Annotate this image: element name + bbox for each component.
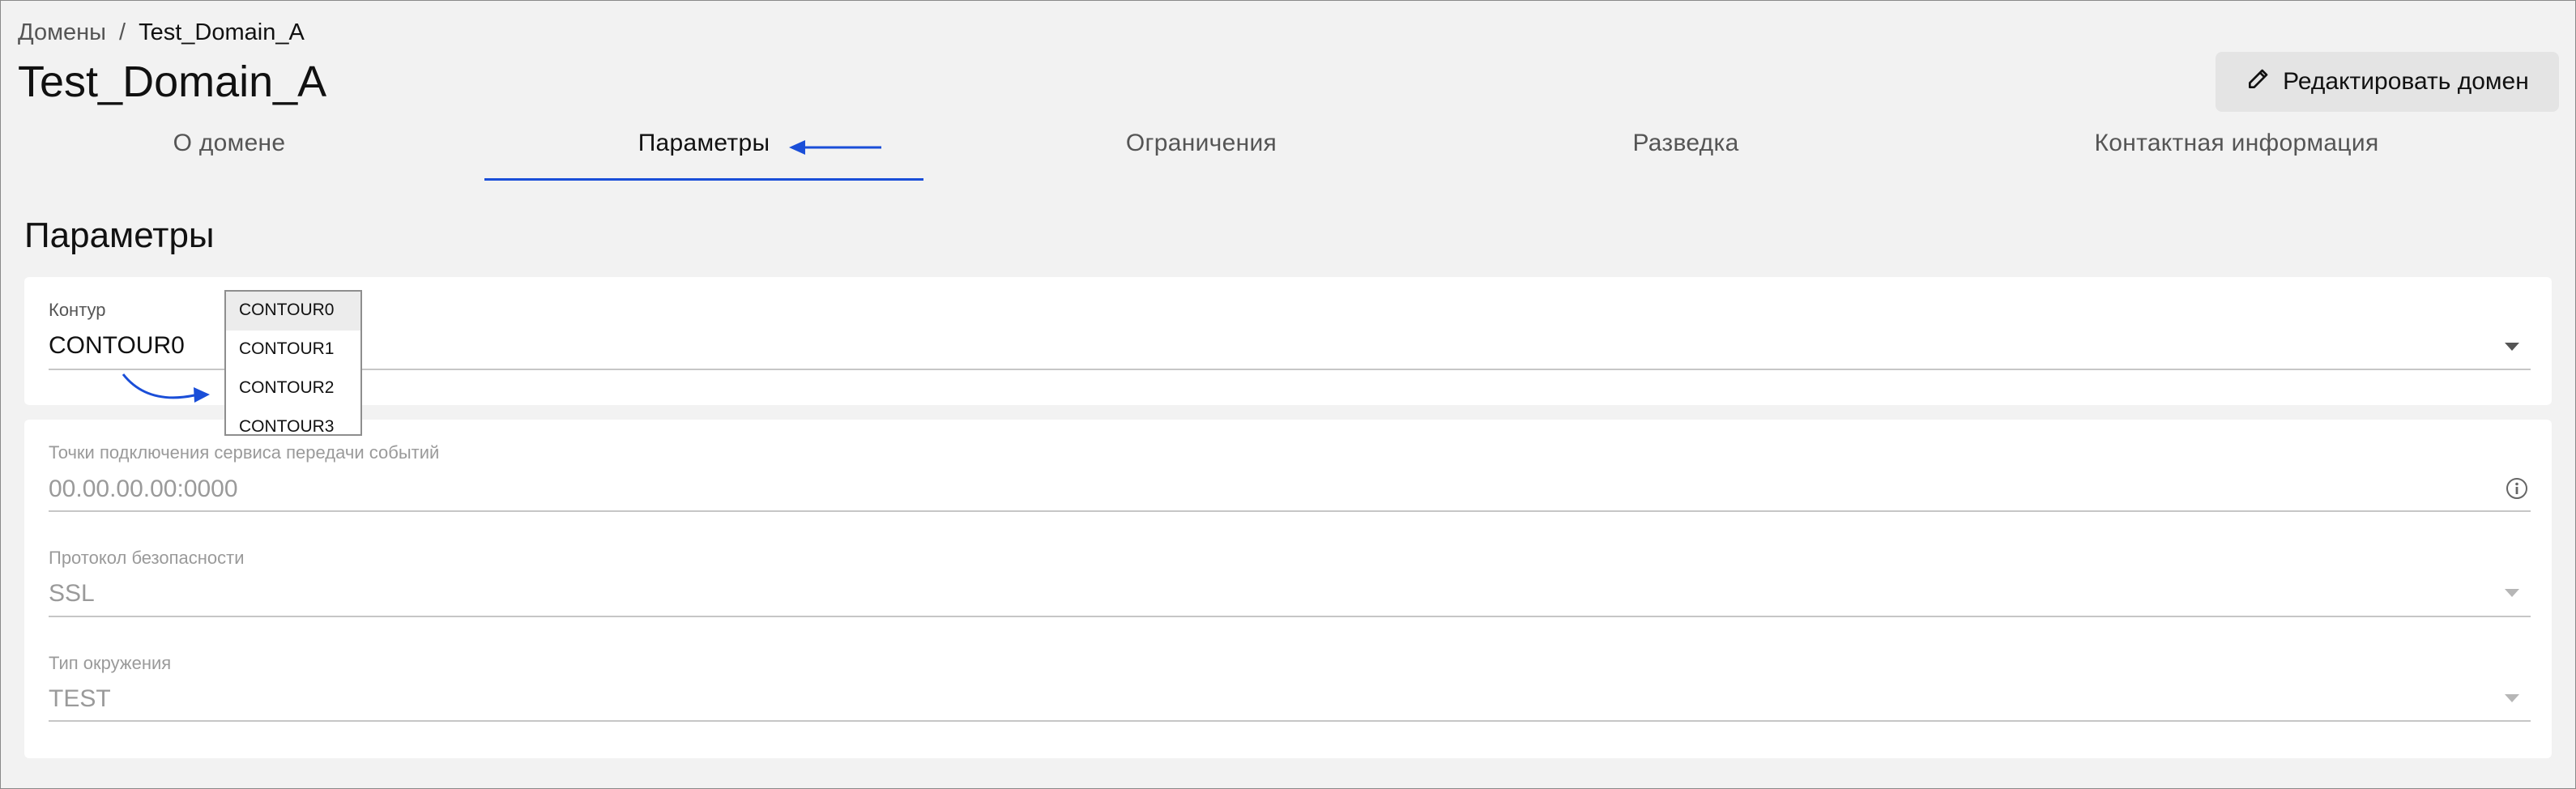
breadcrumb: Домены / Test_Domain_A [18, 19, 305, 46]
edit-domain-label: Редактировать домен [2283, 68, 2529, 95]
contour-option-2[interactable]: CONTOUR2 [226, 369, 360, 408]
security-protocol-label: Протокол безопасности [49, 548, 245, 568]
event-service-endpoints-label: Точки подключения сервиса передачи событ… [49, 442, 440, 463]
chevron-down-icon[interactable] [2505, 694, 2519, 702]
tab-contact-info[interactable]: Контактная информация [2094, 130, 2378, 157]
pencil-icon [2245, 66, 2271, 98]
breadcrumb-separator: / [119, 19, 126, 45]
connection-settings-card [24, 420, 2552, 758]
contour-option-1[interactable]: CONTOUR1 [226, 331, 360, 369]
contour-option-0[interactable]: CONTOUR0 [226, 292, 360, 331]
section-title: Параметры [24, 215, 215, 255]
security-protocol-underline [49, 616, 2531, 617]
contour-dropdown-menu: CONTOUR0 CONTOUR1 CONTOUR2 CONTOUR3 [224, 290, 362, 436]
chevron-down-icon[interactable] [2505, 343, 2519, 351]
contour-select[interactable]: CONTOUR0 [49, 332, 185, 360]
contour-field-underline [49, 369, 2531, 370]
annotation-arrow-left-icon [789, 140, 881, 155]
contour-card [24, 277, 2552, 405]
breadcrumb-domains-link[interactable]: Домены [18, 19, 106, 46]
tab-reconnaissance[interactable]: Разведка [1632, 130, 1738, 157]
event-service-endpoints-input[interactable]: 00.00.00.00:0000 [49, 476, 238, 503]
active-tab-indicator [484, 178, 923, 181]
tab-about[interactable]: О домене [173, 130, 286, 157]
event-service-endpoints-underline [49, 510, 2531, 512]
contour-field-label: Контур [49, 300, 106, 320]
security-protocol-select[interactable]: SSL [49, 580, 95, 608]
info-icon[interactable] [2505, 476, 2529, 501]
environment-type-label: Тип окружения [49, 653, 172, 673]
page-title: Test_Domain_A [18, 58, 327, 106]
contour-option-3[interactable]: CONTOUR3 [226, 408, 360, 434]
chevron-down-icon[interactable] [2505, 589, 2519, 597]
edit-domain-button[interactable]: Редактировать домен [2216, 52, 2559, 112]
environment-type-underline [49, 720, 2531, 722]
breadcrumb-current: Test_Domain_A [139, 19, 305, 45]
environment-type-select[interactable]: TEST [49, 685, 111, 713]
tab-restrictions[interactable]: Ограничения [1126, 130, 1277, 157]
tab-parameters[interactable]: Параметры [638, 130, 770, 157]
